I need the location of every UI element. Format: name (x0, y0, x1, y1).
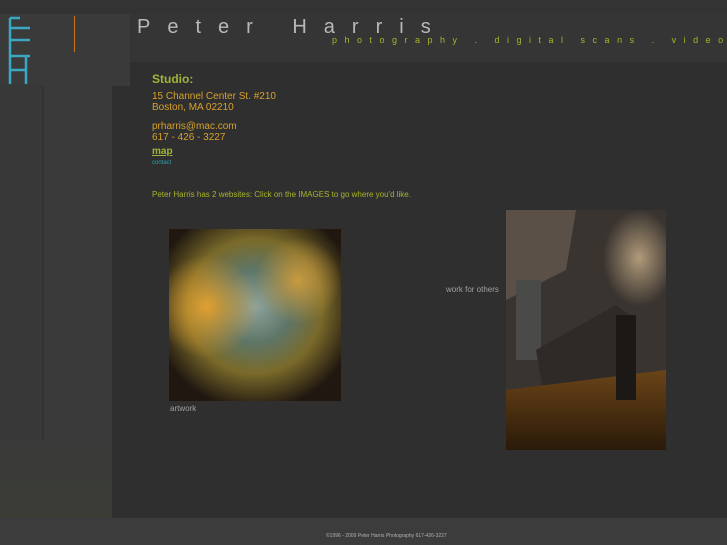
studio-heading: Studio: (152, 72, 194, 86)
logo-divider (74, 16, 75, 52)
artwork-image-link[interactable] (169, 229, 341, 401)
artwork-image (169, 229, 341, 401)
copyright-text: ©1996 - 2009 Peter Harris Photography 61… (326, 533, 447, 539)
contact-link[interactable]: contact (152, 160, 171, 166)
studio-address: 15 Channel Center St. #210 Boston, MA 02… (152, 91, 276, 113)
map-link[interactable]: map (152, 146, 173, 157)
footer-band (0, 518, 727, 545)
work-for-others-image-link[interactable] (506, 210, 666, 450)
phone-number: 617 - 426 - 3227 (152, 132, 226, 143)
intro-text: Peter Harris has 2 websites: Click on th… (152, 190, 411, 199)
email-link[interactable]: prharris@mac.com (152, 121, 237, 132)
top-band (0, 0, 727, 14)
address-line-1: 15 Channel Center St. #210 (152, 91, 276, 102)
chair-logo-icon (8, 16, 30, 84)
work-for-others-image (506, 210, 666, 450)
address-line-2: Boston, MA 02210 (152, 102, 234, 113)
site-subtitle: photography . digital scans . videos (332, 35, 727, 45)
left-column-fade (0, 440, 112, 518)
artwork-label[interactable]: artwork (170, 404, 196, 413)
studio-contact: prharris@mac.com 617 - 426 - 3227 (152, 121, 237, 143)
work-for-others-label[interactable]: work for others (446, 285, 499, 294)
